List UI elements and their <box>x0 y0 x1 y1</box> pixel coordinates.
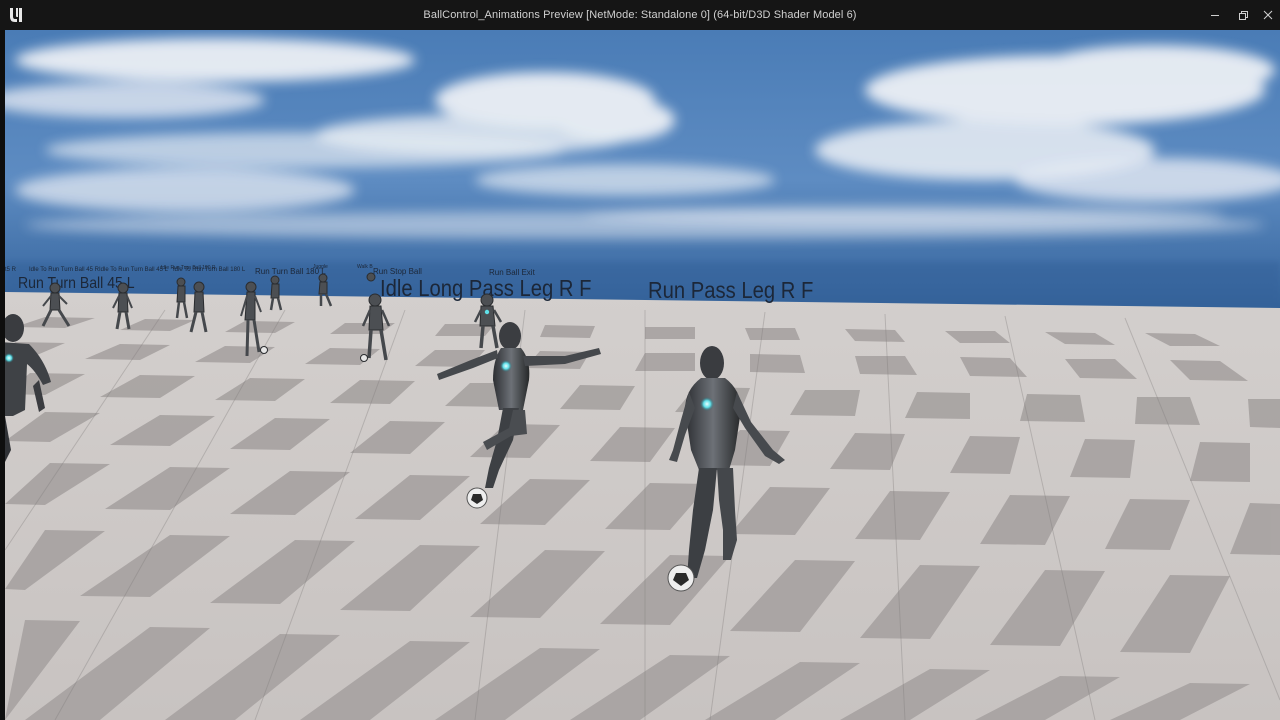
restore-icon <box>1239 11 1248 20</box>
game-window: BallControl_Animations Preview [NetMode:… <box>0 0 1280 720</box>
close-button[interactable] <box>1258 5 1278 25</box>
mannequin-far-3 <box>175 277 189 319</box>
restore-button[interactable] <box>1233 5 1253 25</box>
mannequin-left-edge <box>5 314 51 462</box>
mannequin-far-2 <box>112 282 133 330</box>
mannequin-far-1 <box>41 282 71 327</box>
window-title: BallControl_Animations Preview [NetMode:… <box>423 9 857 21</box>
mannequin-kicking <box>437 322 601 509</box>
close-icon <box>1263 10 1273 20</box>
title-bar[interactable]: BallControl_Animations Preview [NetMode:… <box>0 0 1280 30</box>
mannequin-far-7 <box>318 273 333 307</box>
mannequin-far-9 <box>473 293 503 349</box>
mannequin-far-5 <box>240 281 268 357</box>
mannequin-far-6 <box>269 275 283 311</box>
mannequin-foreground <box>667 346 785 592</box>
mannequin-far-8 <box>360 272 391 362</box>
characters-layer <box>5 272 785 592</box>
mannequin-far-4 <box>189 281 208 333</box>
minimize-icon <box>1211 15 1219 16</box>
game-viewport[interactable]: t5 R Idle To Run Turn Ball 45 R Run Turn… <box>5 30 1280 720</box>
minimize-button[interactable] <box>1205 5 1225 25</box>
